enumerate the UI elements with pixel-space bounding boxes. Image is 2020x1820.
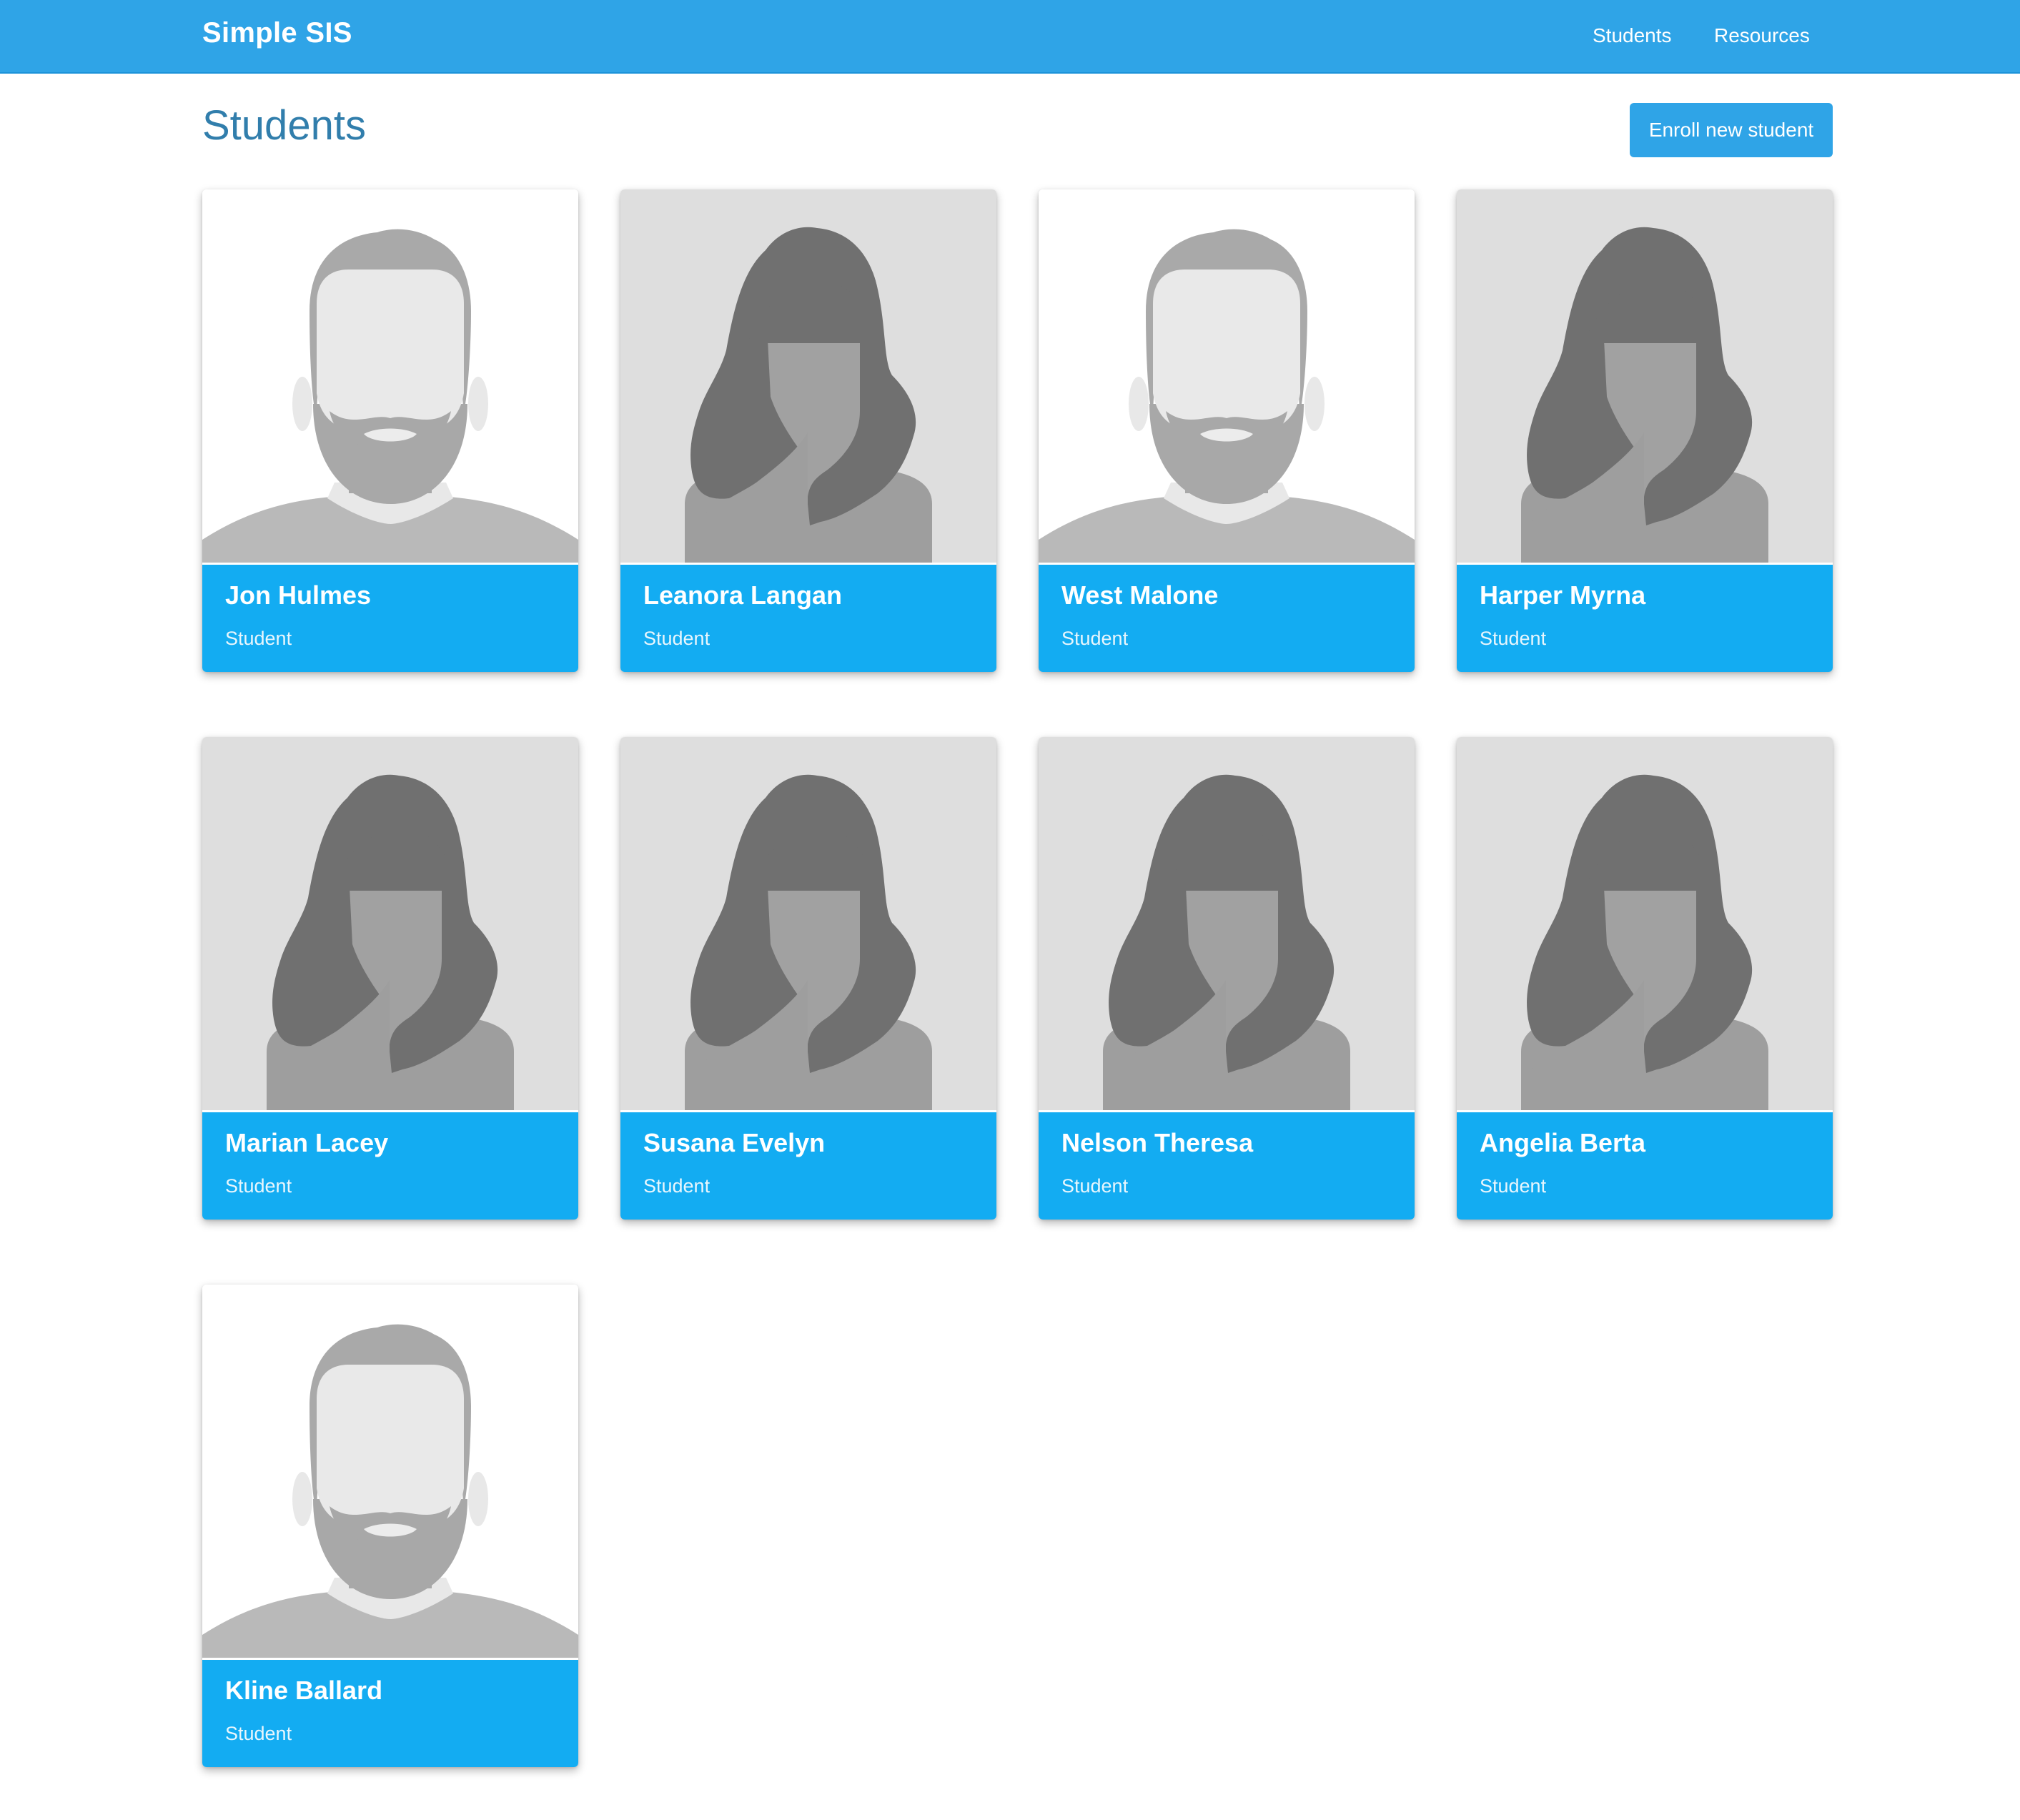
female-avatar-icon — [202, 737, 578, 1112]
female-avatar-icon — [1457, 737, 1833, 1112]
page-title: Students — [202, 102, 366, 149]
student-card[interactable]: Jon Hulmes Student — [202, 189, 578, 672]
enroll-new-student-button[interactable]: Enroll new student — [1630, 103, 1833, 157]
student-name: Marian Lacey — [225, 1128, 389, 1157]
student-role: Student — [225, 1175, 292, 1197]
student-name: Leanora Langan — [643, 580, 843, 610]
female-avatar-icon — [620, 737, 996, 1112]
female-avatar-icon — [620, 189, 996, 565]
student-card-caption: Kline Ballard Student — [202, 1660, 578, 1767]
student-name: West Malone — [1061, 580, 1219, 610]
nav-link-resources[interactable]: Resources — [1714, 24, 1810, 47]
student-card[interactable]: Harper Myrna Student — [1457, 189, 1833, 672]
male-avatar-icon — [1039, 189, 1415, 565]
student-role: Student — [1480, 1175, 1547, 1197]
student-card[interactable]: Kline Ballard Student — [202, 1285, 578, 1767]
student-name: Susana Evelyn — [643, 1128, 826, 1157]
student-role: Student — [225, 628, 292, 649]
student-role: Student — [643, 628, 711, 649]
student-card-caption: Marian Lacey Student — [202, 1112, 578, 1220]
student-role: Student — [1061, 628, 1129, 649]
student-role: Student — [1061, 1175, 1129, 1197]
student-card[interactable]: Nelson Theresa Student — [1039, 737, 1415, 1220]
student-card-caption: West Malone Student — [1039, 565, 1415, 672]
student-name: Angelia Berta — [1480, 1128, 1646, 1157]
student-role: Student — [643, 1175, 711, 1197]
student-card[interactable]: West Malone Student — [1039, 189, 1415, 672]
student-card[interactable]: Marian Lacey Student — [202, 737, 578, 1220]
male-avatar-icon — [202, 189, 578, 565]
student-role: Student — [225, 1723, 292, 1744]
student-role: Student — [1480, 628, 1547, 649]
student-card-caption: Susana Evelyn Student — [620, 1112, 996, 1220]
student-card-caption: Jon Hulmes Student — [202, 565, 578, 672]
student-grid: Jon Hulmes Student Leanora Langan Student … — [202, 189, 1835, 1767]
student-card[interactable]: Susana Evelyn Student — [620, 737, 996, 1220]
student-card-caption: Angelia Berta Student — [1457, 1112, 1833, 1220]
nav-link-students[interactable]: Students — [1593, 24, 1672, 47]
student-card[interactable]: Leanora Langan Student — [620, 189, 996, 672]
student-name: Harper Myrna — [1480, 580, 1646, 610]
female-avatar-icon — [1039, 737, 1415, 1112]
student-card-caption: Harper Myrna Student — [1457, 565, 1833, 672]
student-name: Jon Hulmes — [225, 580, 372, 610]
male-avatar-icon — [202, 1285, 578, 1660]
student-name: Nelson Theresa — [1061, 1128, 1254, 1157]
female-avatar-icon — [1457, 189, 1833, 565]
student-name: Kline Ballard — [225, 1676, 383, 1705]
student-card-caption: Leanora Langan Student — [620, 565, 996, 672]
student-card-caption: Nelson Theresa Student — [1039, 1112, 1415, 1220]
navbar: Simple SIS Students Resources — [0, 0, 2020, 74]
student-card[interactable]: Angelia Berta Student — [1457, 737, 1833, 1220]
brand-link[interactable]: Simple SIS — [202, 17, 352, 49]
